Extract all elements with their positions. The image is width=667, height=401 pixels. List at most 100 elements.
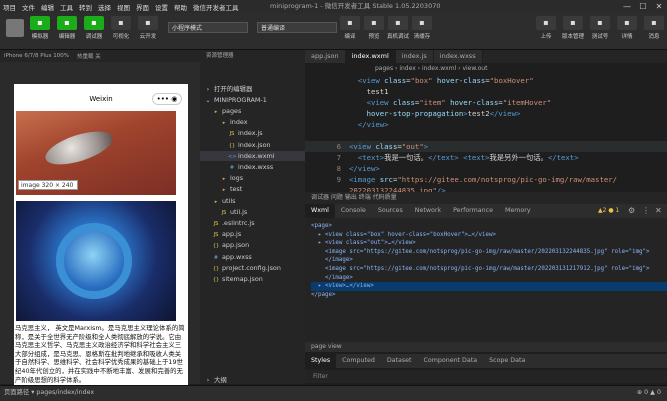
file-item-index-json[interactable]: {} index.json (228, 140, 271, 150)
file-item-index-js[interactable]: JS index.js (228, 128, 263, 138)
file-item--eslintrc-js[interactable]: JS .eslintrc.js (212, 218, 255, 228)
file-name: utils (222, 196, 236, 205)
message-icon: ▪ (644, 16, 664, 30)
avatar[interactable] (6, 19, 24, 37)
styles-tab-3[interactable]: Component Data (418, 354, 484, 368)
file-name: logs (230, 174, 244, 183)
版本管理-button[interactable]: ▪ 版本管理 (561, 16, 585, 40)
file-item-test[interactable]: ▸ test (220, 184, 243, 194)
page-path[interactable]: 页面路径 ▾ pages/index/index (4, 389, 94, 396)
capsule-button[interactable]: ••• ◉ (152, 93, 182, 105)
dom-line[interactable]: ▸ <view class="box" hover-class="boxHove… (311, 231, 667, 239)
上传-button[interactable]: ▪ 上传 (534, 16, 558, 40)
devtools-tab-wxml[interactable]: Wxml (305, 204, 335, 218)
devtools-tab-memory[interactable]: Memory (499, 204, 537, 218)
menu-item[interactable]: 帮助 (171, 2, 190, 12)
dom-line[interactable]: </image> (311, 256, 667, 264)
menu-item[interactable]: 转到 (76, 2, 95, 12)
filter-input[interactable]: Filter (305, 370, 667, 383)
dom-line[interactable]: </image> (311, 274, 667, 282)
menu-item[interactable]: 视图 (114, 2, 133, 12)
消息-button[interactable]: ▪ 消息 (642, 16, 666, 40)
styles-tab-2[interactable]: Dataset (381, 354, 418, 368)
file-item-pages[interactable]: ▸ pages (212, 106, 242, 116)
outline-section[interactable]: › 大纲 (204, 375, 227, 385)
devtools-tab-network[interactable]: Network (409, 204, 447, 218)
menu-item[interactable]: 文件 (19, 2, 38, 12)
window-title: miniprogram-1 - 微信开发者工具 Stable 1.05.2203… (270, 2, 441, 10)
清缓存-button[interactable]: ▪ 清缓存 (410, 16, 434, 40)
wxml-tree[interactable]: <page> ▸ <view class="box" hover-class="… (305, 218, 667, 350)
dom-line[interactable]: ▸ <view class="out">…</view> (311, 239, 667, 247)
styles-tab-0[interactable]: Styles (305, 354, 337, 368)
status-bar: 页面路径 ▾ pages/index/index ⊕ 0 ▲ 0 (0, 385, 667, 401)
file-item-index[interactable]: ▸ index (220, 117, 248, 127)
open-editors-section[interactable]: › 打开的编辑器 (204, 84, 253, 94)
预览-button[interactable]: ▪ 预览 (362, 16, 386, 40)
tab-index-wxss[interactable]: index.wxss (433, 50, 483, 63)
styles-tab-1[interactable]: Computed (336, 354, 381, 368)
file-item-utils[interactable]: ▸ utils (212, 196, 236, 206)
模拟器-button[interactable]: ▪ 模拟器 (28, 16, 52, 40)
dom-line[interactable]: </page> (311, 291, 667, 299)
button-label: 真机调试 (386, 34, 409, 40)
window-control-2[interactable]: ✕ (651, 0, 667, 13)
window-control-0[interactable]: — (619, 0, 635, 13)
file-item-sitemap-json[interactable]: {} sitemap.json (212, 274, 263, 284)
code-editor[interactable]: <view class="box" hover-class="boxHover"… (305, 75, 667, 192)
wxss-icon: # (229, 165, 235, 171)
tab-index-js[interactable]: index.js (395, 50, 434, 63)
devtools-tab-console[interactable]: Console (335, 204, 372, 218)
menu-item[interactable]: 编辑 (38, 2, 57, 12)
js-icon: JS (221, 209, 227, 216)
file-item-util-js[interactable]: JS util.js (220, 207, 248, 217)
devtools-tab-sources[interactable]: Sources (372, 204, 409, 218)
编辑器-button[interactable]: ▪ 编辑器 (55, 16, 79, 40)
tab-app-json[interactable]: app.json (305, 50, 346, 63)
settings-icon[interactable]: ⚙ (628, 206, 635, 215)
compile-icon: ▪ (340, 16, 360, 30)
menu-item[interactable]: 项目 (0, 2, 19, 12)
详情-button[interactable]: ▪ 详情 (615, 16, 639, 40)
dom-line[interactable]: <image src="https://gitee.com/notsprog/p… (311, 265, 667, 273)
window-control-1[interactable]: ☐ (635, 0, 651, 13)
close-devtools-icon[interactable]: ✕ (655, 206, 662, 215)
button-label: 版本管理 (561, 34, 584, 40)
nav-bar: Weixin ••• ◉ (14, 84, 188, 112)
menu-item[interactable]: 微信开发者工具 (190, 2, 242, 12)
styles-tab-4[interactable]: Scope Data (483, 354, 531, 368)
云开发-button[interactable]: ▪ 云开发 (136, 16, 160, 40)
more-icon[interactable]: ⋮ (642, 206, 650, 215)
file-name: index (230, 118, 248, 127)
button-label: 上传 (540, 34, 552, 40)
menu-item[interactable]: 界面 (133, 2, 152, 12)
真机调试-button[interactable]: ▪ 真机调试 (386, 16, 410, 40)
file-item-project-config-json[interactable]: {} project.config.json (212, 263, 281, 273)
file-item-logs[interactable]: ▸ logs (220, 173, 243, 183)
file-item-app-js[interactable]: JS app.js (212, 229, 242, 239)
device-select[interactable]: iPhone 6/7/8 Plus 100% (0, 53, 73, 59)
file-item-app-json[interactable]: {} app.json (212, 240, 249, 250)
devtools-tab-performance[interactable]: Performance (447, 204, 499, 218)
menu-item[interactable]: 选择 (95, 2, 114, 12)
devtools-badges[interactable]: ▲2 ● 1 (598, 207, 619, 214)
dom-line[interactable]: ▸ <view>…</view> (311, 282, 667, 291)
file-item-app-wxss[interactable]: # app.wxss (212, 252, 252, 262)
phone-icon: ▪ (30, 16, 50, 30)
调试器-button[interactable]: ▪ 调试器 (82, 16, 106, 40)
hot-reload-status[interactable]: 热重载 关 (73, 52, 105, 60)
file-item-index-wxss[interactable]: # index.wxss (228, 162, 273, 172)
dom-line[interactable]: <image src="https://gitee.com/notsprog/p… (311, 248, 667, 256)
debugger-header: 调试器 问题 输出 终端 代码质量 (305, 192, 667, 204)
tab-index-wxml[interactable]: index.wxml (345, 50, 396, 63)
compile-select[interactable]: 普通编译 (257, 22, 337, 33)
project-root[interactable]: ⌄ MINIPROGRAM-1 (204, 95, 266, 105)
menu-item[interactable]: 设置 (152, 2, 171, 12)
test-icon: ▪ (590, 16, 610, 30)
dom-line[interactable]: <page> (311, 222, 667, 230)
mode-select[interactable]: 小程序模式 (168, 22, 248, 33)
测试号-button[interactable]: ▪ 测试号 (588, 16, 612, 40)
编译-button[interactable]: ▪ 编译 (338, 16, 362, 40)
menu-item[interactable]: 工具 (57, 2, 76, 12)
可视化-button[interactable]: ▪ 可视化 (109, 16, 133, 40)
